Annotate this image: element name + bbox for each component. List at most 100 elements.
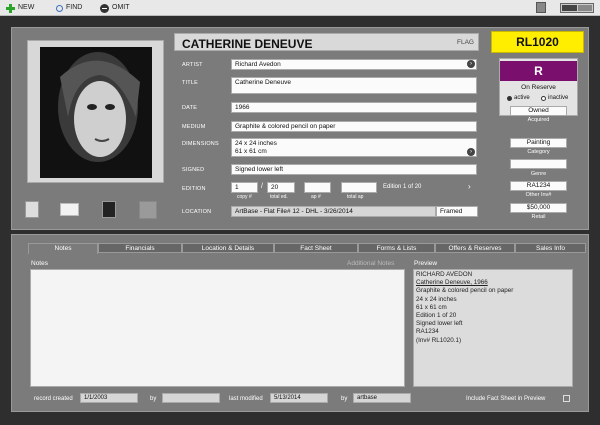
preview-line: Graphite & colored pencil on paper — [416, 287, 514, 295]
preview-line: Catherine Deneuve, 1966 — [416, 279, 488, 287]
preview-line: 61 x 61 cm — [416, 303, 447, 311]
additional-notes-link[interactable]: Additional Notes — [347, 260, 394, 267]
print-icon[interactable] — [536, 2, 546, 13]
owned-field[interactable]: Owned — [510, 106, 567, 116]
category-field[interactable]: Painting — [510, 138, 567, 148]
tab-notes[interactable]: Notes — [28, 243, 98, 254]
omit-button[interactable]: OMIT — [100, 2, 130, 14]
tab-location-details[interactable]: Location & Details — [182, 243, 274, 253]
preview-line: RA1234 — [416, 328, 439, 336]
record-created-field[interactable]: 1/1/2003 — [80, 393, 138, 403]
find-button[interactable]: FIND — [56, 2, 82, 14]
record-id-badge: RL1020 — [491, 31, 584, 53]
acquired-label: Acquired — [527, 117, 550, 123]
medium-label: MEDIUM — [182, 124, 206, 130]
layout-option-1-icon[interactable] — [562, 5, 577, 11]
toolbar: NEW FIND OMIT — [0, 0, 600, 16]
include-fact-sheet-label: Include Fact Sheet in Preview — [466, 396, 546, 402]
location-label: LOCATION — [182, 209, 212, 215]
artist-label: ARTIST — [182, 62, 203, 68]
by-label-1: by — [150, 396, 157, 402]
layout-toggle[interactable] — [560, 3, 594, 13]
tab-offers-reserves[interactable]: Offers & Reserves — [435, 243, 515, 253]
edition-slash: / — [261, 183, 263, 190]
record-created-label: record created — [34, 396, 73, 402]
tab-forms-lists[interactable]: Forms & Lists — [358, 243, 435, 253]
artwork-image[interactable] — [40, 47, 152, 178]
omit-icon — [100, 3, 109, 13]
last-modified-field[interactable]: 5/13/2014 — [270, 393, 328, 403]
notes-label: Notes — [31, 260, 48, 267]
edition-ap-field[interactable] — [304, 182, 331, 193]
detail-panel: Notes Financials Location & Details Fact… — [11, 234, 589, 412]
ap-label: ap # — [311, 194, 321, 200]
by-label-2: by — [341, 396, 348, 402]
preview-box: RICHARD AVEDON Catherine Deneuve, 1966 G… — [413, 269, 573, 387]
title-bar: CATHERINE DENEUVE FLAG — [174, 33, 479, 51]
new-button[interactable]: NEW — [6, 2, 34, 14]
include-fact-sheet-checkbox[interactable] — [563, 395, 570, 402]
created-by-field[interactable] — [162, 393, 220, 403]
inactive-radio[interactable] — [541, 96, 546, 101]
signed-field[interactable]: Signed lower left — [231, 164, 477, 175]
edition-label: EDITION — [182, 186, 206, 192]
thumbnail-4[interactable] — [139, 201, 157, 219]
flag-label[interactable]: FLAG — [457, 39, 474, 46]
framed-field[interactable]: Framed — [436, 206, 478, 217]
genre-field[interactable] — [510, 159, 567, 169]
copy-label: copy # — [237, 194, 252, 200]
preview-line: RICHARD AVEDON — [416, 271, 473, 278]
medium-field[interactable]: Graphite & colored pencil on paper — [231, 121, 477, 132]
date-field[interactable]: 1966 — [231, 102, 477, 113]
modified-by-field[interactable]: artbase — [353, 393, 411, 403]
preview-line: Signed lower left — [416, 320, 463, 328]
location-field[interactable]: ArtBase - Flat File# 12 - DHL - 3/26/201… — [231, 206, 436, 217]
preview-line: 24 x 24 inches — [416, 295, 457, 303]
layout-option-2-icon[interactable] — [578, 5, 592, 11]
edition-copy-field[interactable]: 1 — [231, 182, 258, 193]
other-inv-field[interactable]: RA1234 — [510, 181, 567, 191]
other-inv-label: Other Inv# — [525, 192, 552, 198]
new-label: NEW — [18, 4, 35, 11]
preview-label: Preview — [414, 260, 438, 267]
record-title: CATHERINE DENEUVE — [182, 37, 313, 51]
genre-label: Genre — [530, 171, 547, 177]
record-panel: CATHERINE DENEUVE FLAG ARTIST Richard Av… — [11, 27, 589, 230]
edition-total-ap-field[interactable] — [341, 182, 377, 193]
edition-next-icon[interactable]: › — [468, 182, 471, 191]
date-label: DATE — [182, 105, 198, 111]
dimensions-field[interactable]: 24 x 24 inches 61 x 61 cm — [231, 138, 477, 157]
retail-label: Retail — [531, 214, 546, 220]
thumbnail-3[interactable] — [102, 201, 116, 218]
dimensions-label: DIMENSIONS — [182, 141, 219, 147]
edition-summary: Edition 1 of 20 — [383, 184, 422, 190]
title-field[interactable]: Catherine Deneuve — [231, 77, 477, 94]
signed-label: SIGNED — [182, 167, 205, 173]
artist-go-icon[interactable]: › — [467, 60, 475, 68]
tab-financials[interactable]: Financials — [98, 243, 182, 253]
active-radio-label: active — [514, 95, 530, 101]
omit-label: OMIT — [112, 4, 130, 11]
title-label: TITLE — [182, 80, 198, 86]
thumbnail-2[interactable] — [60, 203, 79, 216]
tab-sales-info[interactable]: Sales Info — [515, 243, 586, 253]
find-label: FIND — [66, 4, 83, 11]
edition-total-field[interactable]: 20 — [267, 182, 295, 193]
artwork-image-frame — [27, 40, 164, 183]
inactive-radio-label: inactive — [548, 95, 569, 101]
tab-fact-sheet[interactable]: Fact Sheet — [274, 243, 358, 253]
status-text: On Reserve — [521, 84, 556, 91]
total-ap-label: total ap — [347, 194, 364, 200]
artist-field[interactable]: Richard Avedon — [231, 59, 477, 70]
notes-textarea[interactable] — [30, 269, 405, 387]
category-label: Category — [527, 149, 550, 155]
total-ed-label: total ed. — [270, 194, 288, 200]
status-letter: R — [500, 61, 577, 81]
active-radio[interactable] — [507, 96, 512, 101]
preview-line: Edition 1 of 20 — [416, 312, 457, 320]
last-modified-label: last modified — [229, 396, 263, 402]
dimensions-go-icon[interactable]: › — [467, 148, 475, 156]
retail-field[interactable]: $50,000 — [510, 203, 567, 213]
thumbnail-1[interactable] — [25, 201, 39, 218]
preview-line: (Inv# RL1020.1) — [416, 336, 462, 344]
